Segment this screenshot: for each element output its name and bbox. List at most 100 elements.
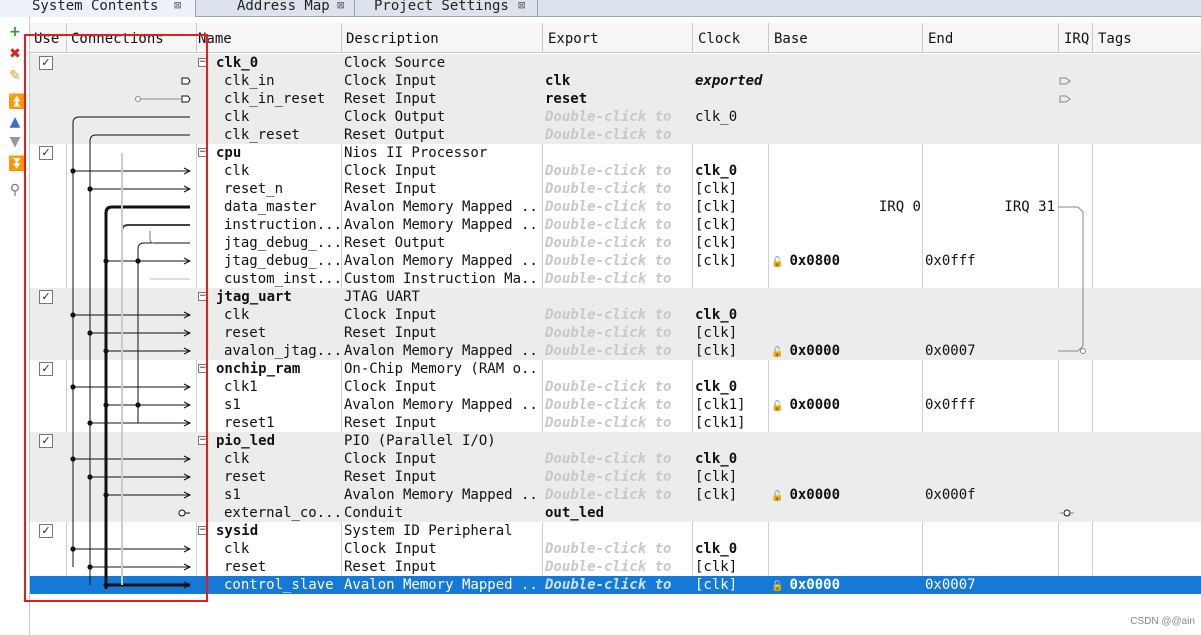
export-cell[interactable]: clk — [545, 72, 693, 90]
description-cell: Clock Input — [344, 307, 437, 323]
description-cell: Nios II Processor — [344, 145, 488, 161]
base-cell[interactable]: 🔓 0x0000 — [771, 576, 921, 594]
end-cell — [925, 270, 1055, 288]
tab-system-contents[interactable]: System Contents ⊠ — [0, 0, 196, 17]
description-cell: Avalon Memory Mapped ... — [344, 487, 540, 503]
export-cell[interactable] — [545, 54, 693, 72]
header-export[interactable]: Export — [548, 31, 599, 47]
move-down-icon[interactable]: ▼ — [8, 135, 22, 149]
export-cell[interactable]: Double-click to — [545, 378, 693, 396]
export-cell[interactable]: out_led — [545, 504, 693, 522]
base-cell[interactable]: 🔓 0x0000 — [771, 396, 921, 414]
lock-icon[interactable]: 🔓 — [771, 401, 783, 412]
export-cell[interactable] — [545, 360, 693, 378]
clock-cell: clk_0 — [695, 307, 738, 323]
export-cell[interactable]: Double-click to — [545, 180, 693, 198]
export-cell[interactable]: Double-click to — [545, 486, 693, 504]
export-cell[interactable]: Double-click to — [545, 108, 693, 126]
header-end[interactable]: End — [928, 31, 953, 47]
description-cell: Reset Input — [344, 181, 437, 197]
description-cell: Avalon Memory Mapped ... — [344, 577, 540, 593]
description-cell: Clock Input — [344, 541, 437, 557]
export-cell[interactable]: Double-click to — [545, 342, 693, 360]
lock-icon[interactable]: 🔓 — [771, 581, 783, 592]
export-cell[interactable]: Double-click to — [545, 198, 693, 216]
clock-cell: [clk] — [695, 559, 738, 575]
tab-address-map[interactable]: Address Map ⊠ — [225, 0, 355, 17]
move-bottom-icon[interactable]: ⏬ — [8, 157, 25, 171]
header-tags[interactable]: Tags — [1098, 31, 1132, 47]
export-cell[interactable]: Double-click to — [545, 162, 693, 180]
clock-cell — [695, 54, 769, 72]
base-cell — [771, 126, 921, 144]
export-cell[interactable]: Double-click to — [545, 576, 693, 594]
export-cell[interactable]: reset — [545, 90, 693, 108]
end-cell — [925, 324, 1055, 342]
header-irq[interactable]: IRQ — [1064, 31, 1089, 47]
clock-cell — [695, 360, 769, 378]
name-cell: jtag_debug_... — [224, 235, 342, 251]
end-cell — [925, 54, 1055, 72]
export-cell[interactable]: Double-click to — [545, 324, 693, 342]
conduit-icon — [1063, 509, 1071, 517]
base-cell — [771, 414, 921, 432]
export-cell[interactable]: Double-click to — [545, 558, 693, 576]
close-icon[interactable]: ⊠ — [337, 0, 344, 12]
remove-icon[interactable]: ✖ — [8, 47, 22, 61]
description-cell: Reset Output — [344, 127, 446, 143]
header-description[interactable]: Description — [346, 31, 439, 47]
export-cell[interactable]: Double-click to — [545, 540, 693, 558]
export-cell[interactable] — [545, 288, 693, 306]
description-cell: Clock Input — [344, 163, 437, 179]
end-cell — [925, 288, 1055, 306]
export-cell[interactable] — [545, 144, 693, 162]
close-icon[interactable]: ⊠ — [518, 0, 525, 12]
lock-icon[interactable]: 🔓 — [771, 257, 783, 268]
export-cell[interactable] — [545, 522, 693, 540]
name-cell: clk1 — [224, 379, 258, 395]
export-cell[interactable]: Double-click to — [545, 126, 693, 144]
irq-line[interactable] — [1058, 206, 1084, 352]
base-cell[interactable]: 🔓 0x0800 — [771, 252, 921, 270]
export-cell[interactable] — [545, 432, 693, 450]
end-cell — [925, 90, 1055, 108]
description-cell: Reset Output — [344, 235, 446, 251]
clock-cell — [695, 288, 769, 306]
export-cell[interactable]: Double-click to — [545, 414, 693, 432]
header-base[interactable]: Base — [774, 31, 808, 47]
clock-cell: clk_0 — [695, 163, 738, 179]
base-cell — [771, 54, 921, 72]
filter-icon[interactable]: ⚲ — [8, 183, 22, 197]
end-cell — [925, 306, 1055, 324]
export-cell[interactable]: Double-click to — [545, 270, 693, 288]
irq-export-icon[interactable] — [1059, 95, 1071, 103]
base-cell[interactable]: 🔓 0x0000 — [771, 486, 921, 504]
header-clock[interactable]: Clock — [698, 31, 740, 47]
description-cell: Avalon Memory Mapped ... — [344, 397, 540, 413]
export-cell[interactable]: Double-click to — [545, 450, 693, 468]
lock-icon[interactable]: 🔓 — [771, 491, 783, 502]
lock-icon[interactable]: 🔓 — [771, 347, 783, 358]
tab-project-settings[interactable]: Project Settings ⊠ — [368, 0, 538, 17]
export-cell[interactable]: Double-click to — [545, 252, 693, 270]
export-cell[interactable]: Double-click to — [545, 306, 693, 324]
irq-dot[interactable] — [1080, 348, 1086, 354]
irq-export-icon[interactable] — [1059, 77, 1071, 85]
move-up-icon[interactable]: ▲ — [8, 115, 22, 129]
export-cell[interactable]: Double-click to — [545, 234, 693, 252]
export-cell[interactable]: Double-click to — [545, 468, 693, 486]
end-cell — [925, 216, 1055, 234]
export-cell[interactable]: Double-click to — [545, 216, 693, 234]
base-cell[interactable]: 🔓 0x0000 — [771, 342, 921, 360]
add-icon[interactable]: + — [8, 25, 22, 39]
clock-cell — [695, 270, 769, 288]
export-cell[interactable]: Double-click to — [545, 396, 693, 414]
end-cell — [925, 540, 1055, 558]
name-cell: s1 — [224, 487, 241, 503]
edit-icon[interactable]: ✎ — [8, 69, 22, 83]
description-cell: Reset Input — [344, 559, 437, 575]
move-top-icon[interactable]: ⏫ — [8, 95, 25, 109]
close-icon[interactable]: ⊠ — [174, 0, 181, 12]
name-cell: external_co... — [224, 505, 342, 521]
end-cell — [925, 414, 1055, 432]
